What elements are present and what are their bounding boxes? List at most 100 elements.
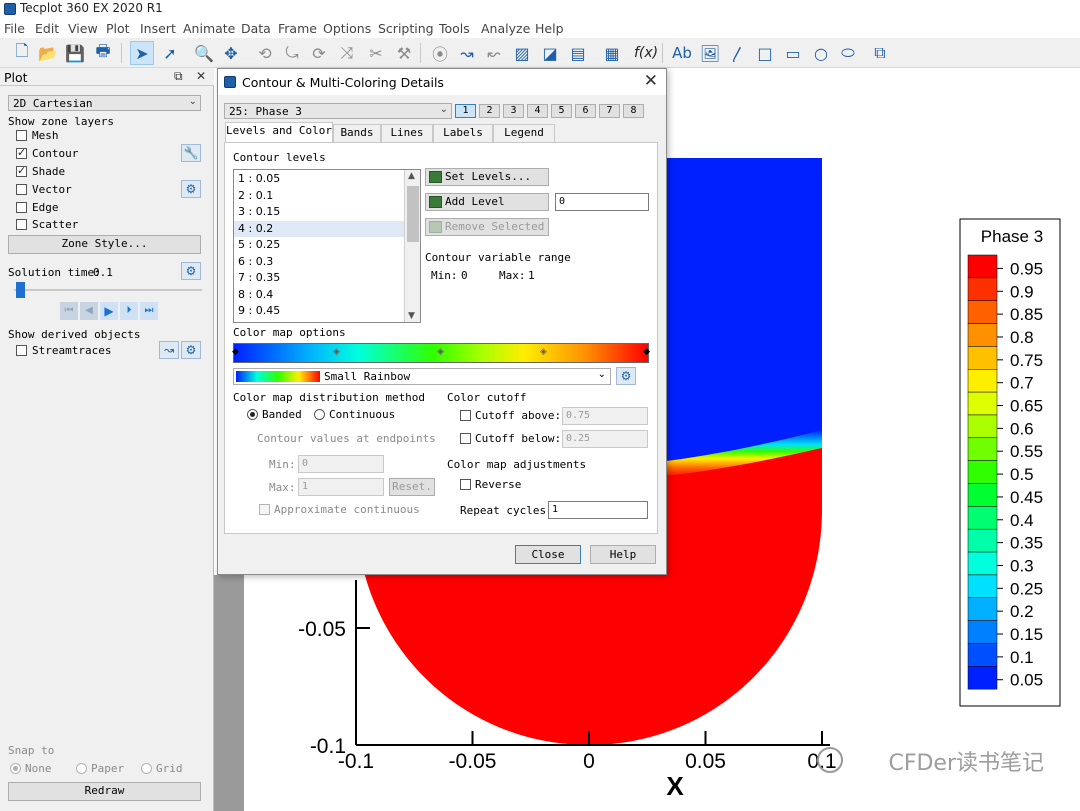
endpoints-label: Contour values at endpoints: [257, 432, 436, 445]
help-button[interactable]: Help: [590, 545, 656, 564]
contour-group-3-button[interactable]: 3: [503, 104, 524, 118]
contour-variable-select[interactable]: 25: Phase 3 ⌄: [224, 103, 452, 119]
set-levels-button[interactable]: Set Levels...: [425, 168, 549, 186]
contour-group-4-button[interactable]: 4: [527, 104, 548, 118]
legend-level-label: 0.15: [1010, 625, 1043, 644]
cutoff-below-label: Cutoff below:: [475, 432, 562, 445]
contour-group-5-button[interactable]: 5: [551, 104, 572, 118]
approx-continuous-label: Approximate continuous: [274, 503, 420, 516]
legend-level-label: 0.8: [1010, 328, 1034, 347]
x-tick-label: 0: [583, 750, 595, 773]
contour-group-1-button[interactable]: 1: [455, 104, 476, 118]
color-map-select[interactable]: Small Rainbow ⌄: [233, 368, 611, 385]
legend-swatch: [967, 346, 998, 370]
contour-level-row[interactable]: 5 : 0.25: [234, 237, 404, 253]
continuous-radio[interactable]: [314, 409, 325, 420]
control-point-icon[interactable]: ◆: [643, 347, 650, 357]
reset-button[interactable]: Reset.: [389, 478, 435, 496]
banded-radio[interactable]: [247, 409, 258, 420]
min-label: Min:: [269, 458, 296, 471]
legend-level-label: 0.35: [1010, 534, 1043, 553]
tab-bands[interactable]: Bands: [333, 124, 381, 142]
control-point-icon[interactable]: ◈: [437, 347, 444, 357]
scrollbar-thumb[interactable]: [407, 186, 419, 242]
legend-swatch: [967, 528, 998, 553]
level-index: 7: [238, 271, 245, 284]
x-axis-label: X: [666, 771, 684, 801]
contour-level-row[interactable]: 1 : 0.05: [234, 171, 404, 187]
contour-level-row[interactable]: 7 : 0.35: [234, 270, 404, 286]
color-map-settings-button[interactable]: ⚙: [616, 367, 636, 385]
levels-scrollbar[interactable]: ▲ ▼: [404, 170, 420, 322]
legend-swatch: [967, 323, 998, 347]
legend-swatch: [967, 437, 998, 461]
cutoff-above-input[interactable]: 0.75: [562, 407, 648, 425]
legend-level-label: 0.7: [1010, 374, 1034, 393]
legend-level-label: 0.4: [1010, 511, 1034, 530]
min-input[interactable]: 0: [298, 455, 384, 473]
approx-continuous-checkbox[interactable]: [259, 504, 270, 515]
level-value: 0.4: [255, 287, 274, 301]
var-min-value: 0: [461, 269, 468, 282]
level-index: 9: [238, 304, 245, 317]
level-index: 2: [238, 188, 245, 202]
legend-level-label: 0.45: [1010, 488, 1043, 507]
tab-levels-and-color[interactable]: Levels and Color: [225, 122, 333, 143]
remove-selected-button[interactable]: Remove Selected: [425, 218, 549, 236]
level-index: 6: [238, 254, 245, 268]
contour-level-row[interactable]: 4 : 0.2: [234, 220, 404, 237]
chevron-down-icon[interactable]: ▼: [408, 311, 415, 321]
close-button[interactable]: Close: [515, 545, 581, 564]
cutoff-below-input[interactable]: 0.25: [562, 430, 648, 448]
level-separator: :: [245, 188, 256, 202]
legend-swatch: [967, 666, 998, 690]
var-max-value: 1: [528, 269, 535, 282]
legend-level-label: 0.3: [1010, 556, 1034, 575]
reverse-checkbox[interactable]: [460, 479, 471, 490]
level-value: 0.15: [255, 205, 281, 218]
control-point-icon[interactable]: ◈: [540, 347, 547, 357]
levels-and-color-panel: Contour levels 9 : 0.45 8 : 0.4 7 : 0.35 6 …: [224, 142, 658, 534]
tab-legend[interactable]: Legend: [493, 124, 555, 142]
contour-group-6-button[interactable]: 6: [575, 104, 596, 118]
level-index: 5: [238, 238, 245, 251]
legend-swatch: [967, 391, 998, 416]
level-separator: :: [245, 172, 256, 185]
legend-level-label: 0.95: [1010, 259, 1043, 278]
contour-group-2-button[interactable]: 2: [479, 104, 500, 118]
legend-swatch: [967, 277, 998, 301]
repeat-cycles-input[interactable]: 1: [548, 501, 648, 519]
cutoff-below-checkbox[interactable]: [460, 433, 471, 444]
contour-level-row[interactable]: 2 : 0.1: [234, 188, 404, 204]
tab-labels[interactable]: Labels: [433, 124, 493, 142]
contour-group-7-button[interactable]: 7: [599, 104, 620, 118]
y-tick-label: -0.1: [310, 735, 346, 758]
chevron-up-icon[interactable]: ▲: [408, 171, 415, 181]
color-map-bar[interactable]: ◆ ◈ ◈ ◈ ◆: [232, 343, 650, 363]
contour-levels-label: Contour levels: [233, 151, 326, 164]
contour-level-row[interactable]: 6 : 0.3: [234, 254, 404, 270]
legend-title: Phase 3: [981, 227, 1043, 246]
close-icon[interactable]: ✕: [644, 71, 658, 91]
add-level-input[interactable]: 0: [555, 193, 649, 211]
chevron-down-icon: ⌄: [597, 369, 606, 380]
control-point-icon[interactable]: ◈: [333, 347, 340, 357]
contour-level-row[interactable]: 9 : 0.45: [234, 303, 404, 319]
contour-level-row[interactable]: 8 : 0.4: [234, 287, 404, 303]
level-separator: :: [245, 221, 256, 235]
add-level-button[interactable]: Add Level: [425, 193, 549, 211]
contour-level-row[interactable]: 3 : 0.15: [234, 204, 404, 220]
level-separator: :: [245, 271, 256, 284]
max-input[interactable]: 1: [298, 478, 384, 496]
reverse-label: Reverse: [475, 478, 522, 491]
cutoff-above-checkbox[interactable]: [460, 410, 471, 421]
level-separator: :: [245, 238, 256, 251]
tab-lines[interactable]: Lines: [381, 124, 433, 142]
control-point-icon[interactable]: ◆: [232, 347, 239, 357]
dialog-app-icon: [224, 76, 236, 88]
color-map-adjust-label: Color map adjustments: [447, 458, 587, 471]
banded-label: Banded: [262, 408, 302, 421]
cutoff-above-label: Cutoff above:: [475, 409, 562, 422]
contour-levels-list[interactable]: 9 : 0.45 8 : 0.4 7 : 0.35 6 : 0.3 5 : 0.25 4 …: [233, 169, 421, 323]
contour-group-8-button[interactable]: 8: [623, 104, 644, 118]
